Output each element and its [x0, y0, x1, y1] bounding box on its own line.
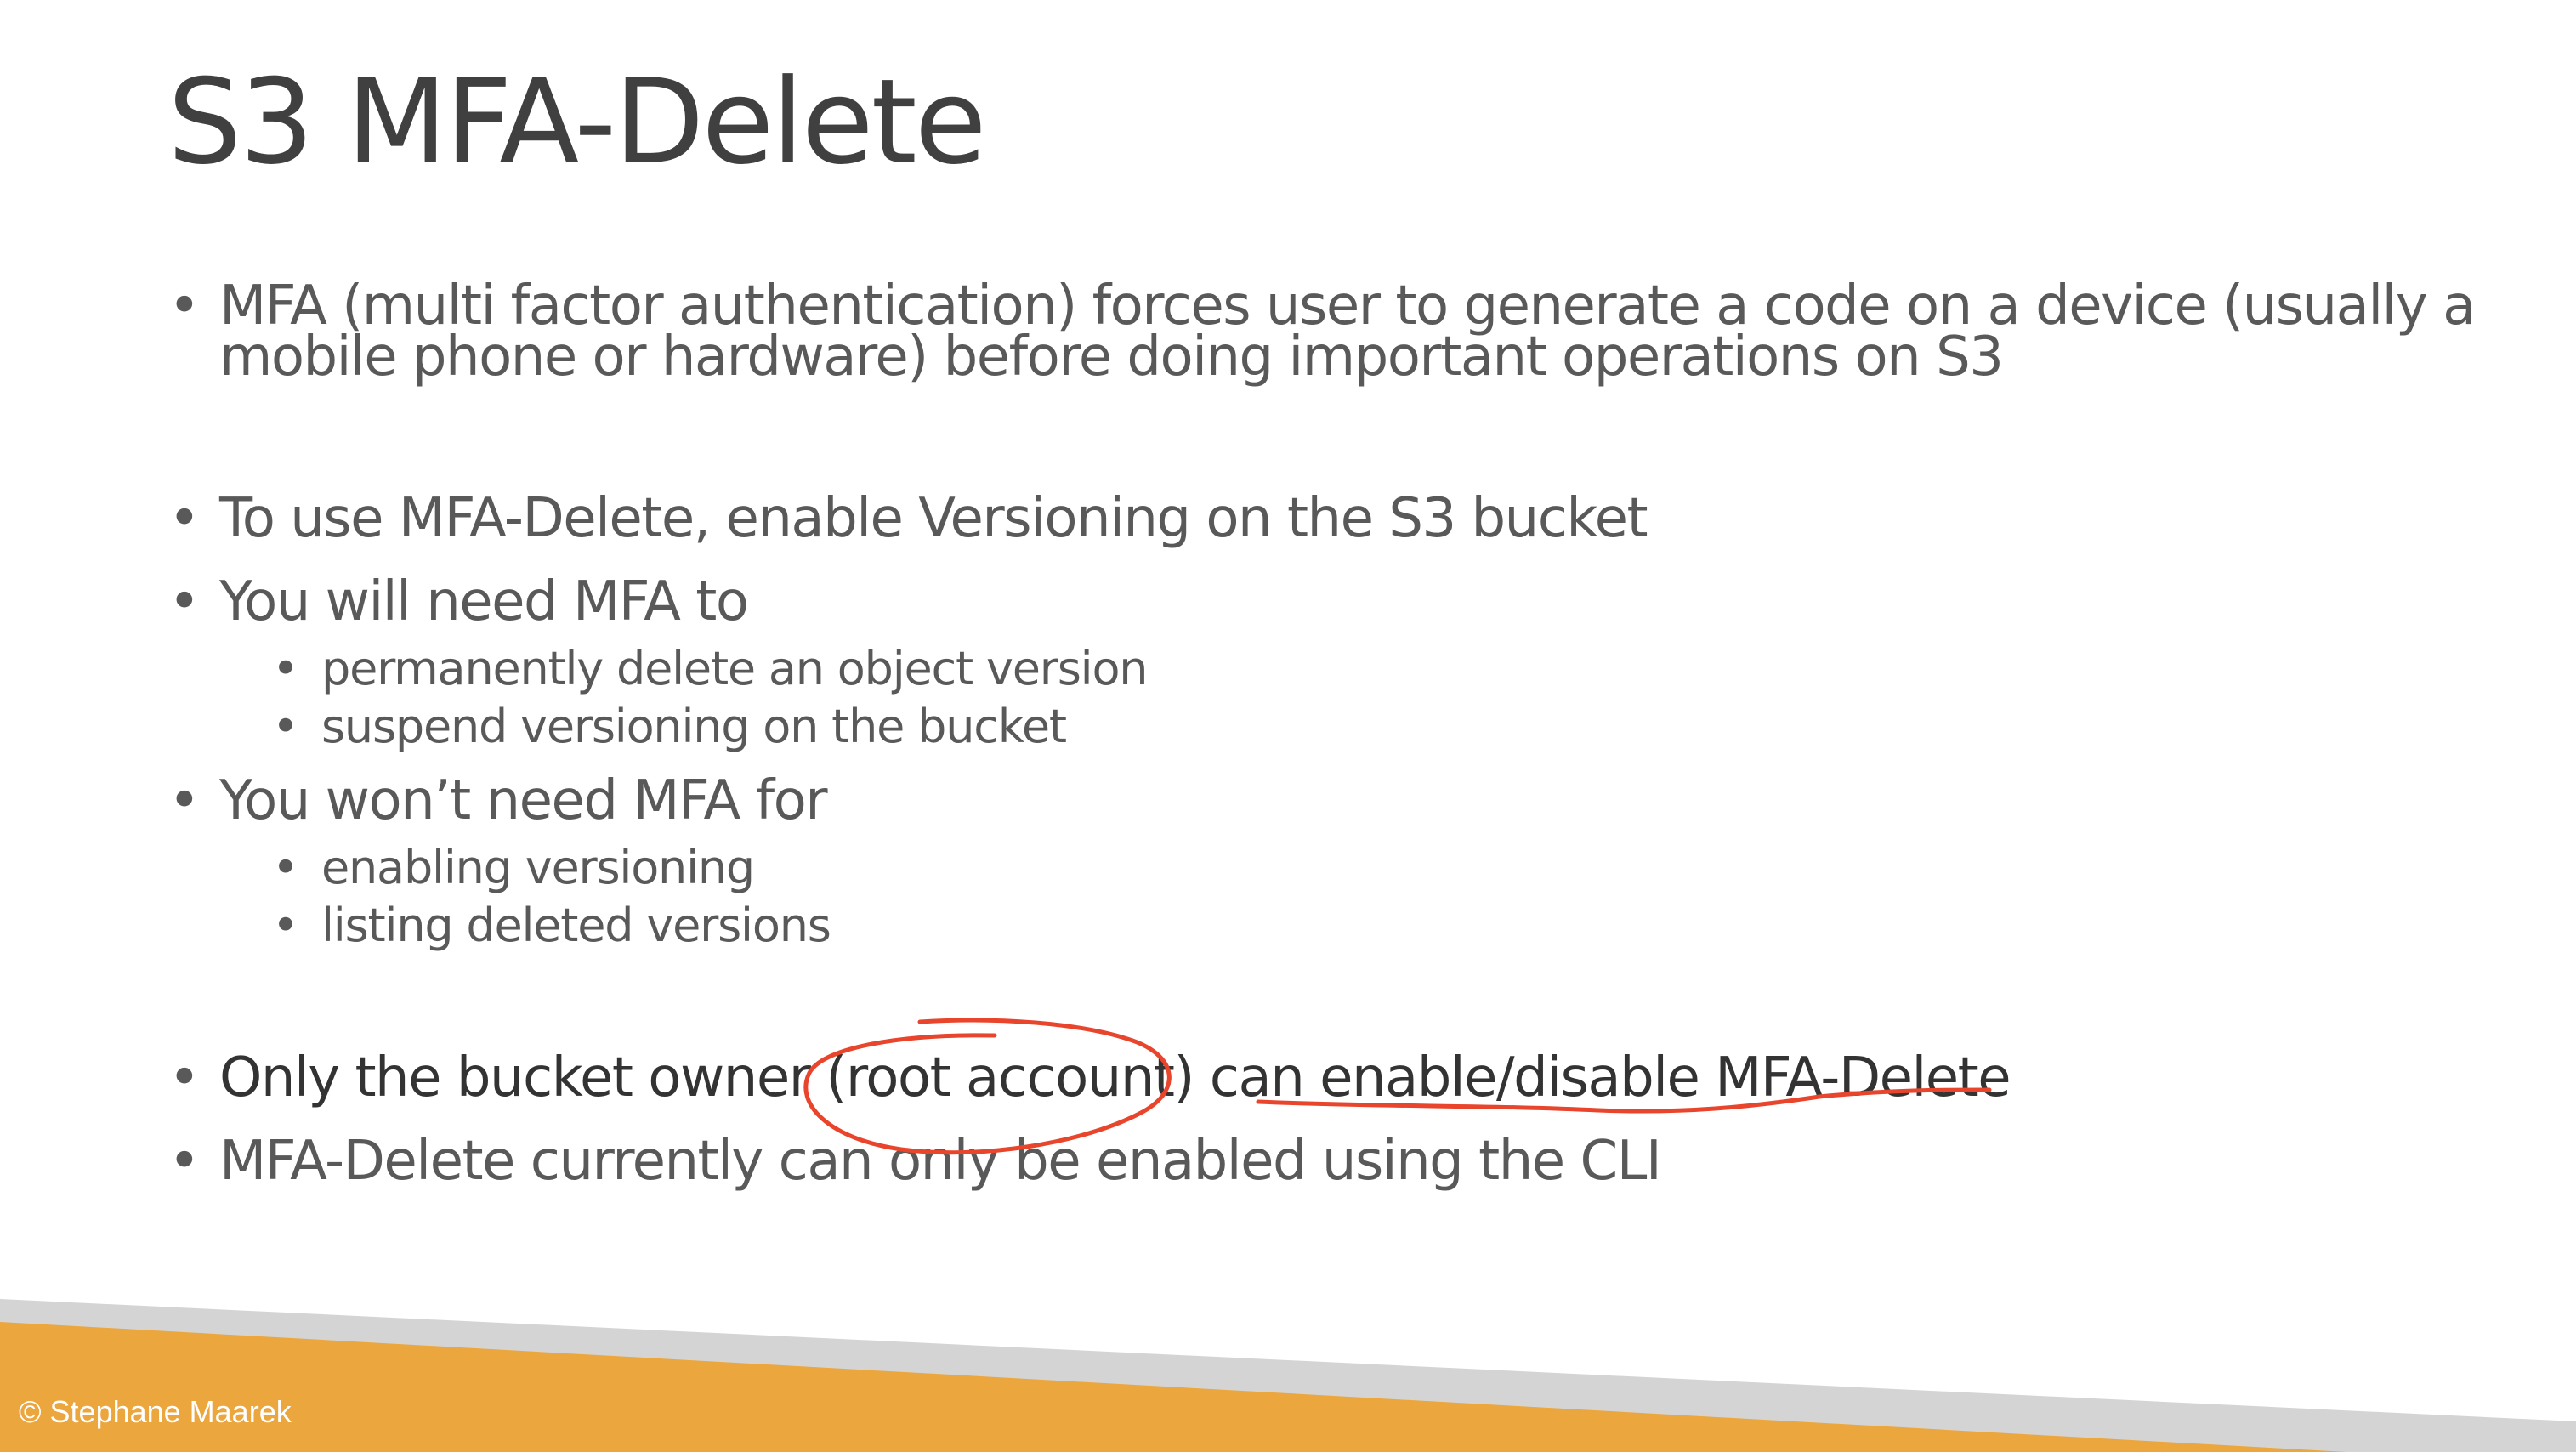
bullet-marker: • — [168, 769, 201, 832]
slide: S3 MFA-Delete • MFA (multi factor authen… — [0, 0, 2576, 1452]
bullet-mfa-not-needed: • You won’t need MFA for — [168, 774, 828, 828]
bullet-mfa-needed: • You will need MFA to — [168, 575, 749, 629]
bullet-marker: • — [272, 841, 299, 894]
bullet-text: MFA (multi factor authentication) forces… — [219, 275, 2476, 337]
bullet-marker: • — [272, 642, 299, 695]
bullet-text: You will need MFA to — [219, 570, 749, 633]
bullet-marker: • — [168, 570, 201, 633]
bullet-marker: • — [168, 1046, 201, 1109]
subbullet-text: permanently delete an object version — [321, 642, 1149, 695]
bullet-marker: • — [272, 700, 299, 753]
bullet-text: You won’t need MFA for — [219, 769, 828, 832]
bullet-text: Only the bucket owner (root account) can… — [219, 1046, 2011, 1109]
slide-title: S3 MFA-Delete — [167, 54, 987, 190]
copyright-footer: © Stephane Maarek — [19, 1394, 292, 1429]
subbullet-item: • listing deleted versions — [272, 903, 831, 949]
subbullet-item: • enabling versioning — [272, 845, 755, 891]
bullet-marker: • — [168, 275, 201, 337]
bullet-text: To use MFA-Delete, enable Versioning on … — [219, 487, 1648, 550]
subbullet-item: • permanently delete an object version — [272, 646, 1149, 692]
subbullet-item: • suspend versioning on the bucket — [272, 704, 1067, 750]
subbullet-text: suspend versioning on the bucket — [321, 700, 1067, 753]
subbullet-text: enabling versioning — [321, 841, 755, 894]
bullet-cli-only: • MFA-Delete currently can only be enabl… — [168, 1134, 1662, 1188]
bullet-text: mobile phone or hardware) before doing i… — [219, 326, 2004, 389]
bullet-root-account: • Only the bucket owner (root account) c… — [168, 1051, 2011, 1105]
bullet-marker: • — [272, 899, 299, 952]
bullet-mfa-definition: • MFA (multi factor authentication) forc… — [168, 275, 2476, 389]
bullet-text: MFA-Delete currently can only be enabled… — [219, 1130, 1662, 1193]
subbullet-text: listing deleted versions — [321, 899, 831, 952]
bullet-versioning-requirement: • To use MFA-Delete, enable Versioning o… — [168, 491, 1648, 546]
bullet-marker: • — [168, 1130, 201, 1193]
bullet-marker: • — [168, 487, 201, 550]
